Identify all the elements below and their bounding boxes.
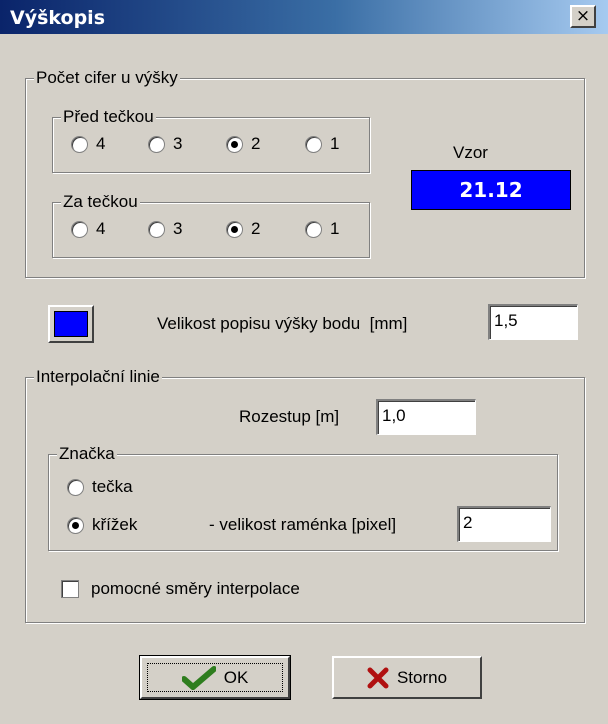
title-bar: Výškopis ×: [0, 0, 608, 34]
digits-group: Počet cifer u výšky Před tečkou 4 3 2 1 …: [25, 68, 585, 278]
radio-circle[interactable]: [305, 220, 322, 238]
label-size-label: Velikost popisu výšky bodu [mm]: [157, 314, 408, 333]
close-button[interactable]: ×: [570, 5, 596, 28]
interpolation-legend: Interpolační linie: [34, 367, 162, 387]
aux-directions-checkbox[interactable]: pomocné směry interpolace: [61, 579, 300, 599]
cancel-button[interactable]: Storno: [332, 656, 482, 699]
after-dot-option-2[interactable]: 2: [226, 219, 260, 239]
radio-circle[interactable]: [226, 220, 243, 238]
label-color-button[interactable]: [48, 305, 94, 343]
after-dot-group: Za tečkou 4 3 2 1: [52, 192, 370, 258]
spacing-input[interactable]: 1,0: [376, 399, 476, 435]
after-dot-option-1[interactable]: 1: [305, 219, 339, 239]
checkbox-box[interactable]: [61, 580, 79, 598]
after-dot-option-4[interactable]: 4: [71, 219, 105, 239]
radio-circle[interactable]: [148, 220, 165, 238]
focus-rect: [147, 663, 283, 692]
marker-group: Značka tečka křížek - velikost raménka […: [48, 444, 558, 551]
after-dot-legend: Za tečkou: [61, 192, 140, 212]
marker-option-cross[interactable]: křížek: [67, 515, 137, 535]
before-dot-option-2[interactable]: 2: [226, 134, 260, 154]
spacing-label: Rozestup [m]: [239, 407, 340, 426]
x-mark-icon: [367, 667, 389, 688]
radio-circle[interactable]: [67, 516, 84, 534]
digits-group-legend: Počet cifer u výšky: [34, 68, 180, 88]
before-dot-option-4[interactable]: 4: [71, 134, 105, 154]
sample-preview: 21.12: [411, 170, 571, 210]
radio-circle[interactable]: [305, 135, 322, 153]
before-dot-group: Před tečkou 4 3 2 1: [52, 107, 370, 173]
radio-circle[interactable]: [148, 135, 165, 153]
before-dot-legend: Před tečkou: [61, 107, 156, 127]
interpolation-group: Interpolační linie Rozestup [m] 1,0 Znač…: [25, 367, 585, 623]
color-swatch: [54, 311, 88, 337]
close-icon: ×: [575, 6, 591, 26]
radio-circle[interactable]: [71, 220, 88, 238]
before-dot-option-3[interactable]: 3: [148, 134, 182, 154]
sample-label: Vzor: [453, 143, 488, 162]
marker-legend: Značka: [57, 444, 117, 464]
cancel-label: Storno: [396, 667, 448, 687]
radio-circle[interactable]: [226, 135, 243, 153]
window-title: Výškopis: [10, 7, 105, 29]
after-dot-option-3[interactable]: 3: [148, 219, 182, 239]
arm-size-input[interactable]: 2: [457, 506, 551, 542]
radio-circle[interactable]: [71, 135, 88, 153]
radio-circle[interactable]: [67, 478, 84, 496]
arm-size-label: - velikost raménka [pixel]: [209, 515, 397, 534]
marker-option-dot[interactable]: tečka: [67, 477, 133, 497]
ok-button[interactable]: OK: [139, 655, 291, 700]
before-dot-option-1[interactable]: 1: [305, 134, 339, 154]
label-size-input[interactable]: 1,5: [488, 304, 578, 340]
